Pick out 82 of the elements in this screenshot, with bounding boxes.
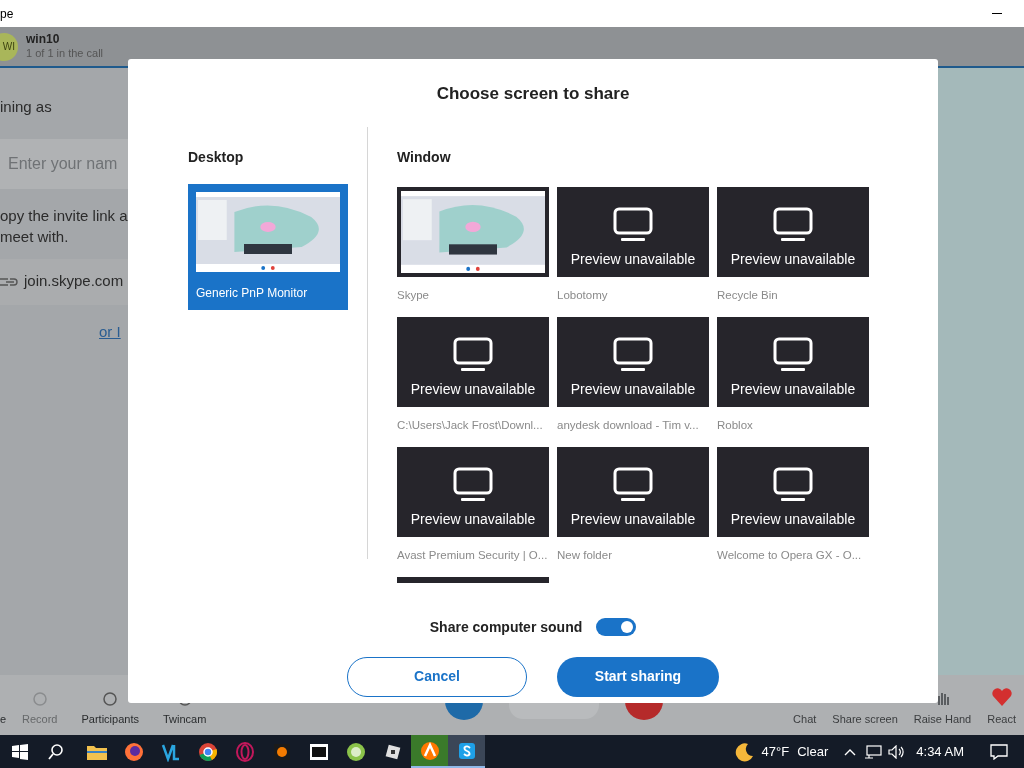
contact-name: win10 (26, 32, 61, 48)
window-option[interactable]: Preview unavailable Avast Premium Security | O... (397, 446, 549, 577)
window-label: anydesk download - Tim v... (557, 417, 699, 433)
window-label: Welcome to Opera GX - O... (717, 547, 862, 563)
weather-condition: Clear (797, 742, 829, 761)
search-icon[interactable] (48, 743, 64, 760)
toolbar-button[interactable]: Raise Hand (905, 688, 980, 727)
window-option[interactable]: Preview unavailable Roblox (717, 316, 869, 447)
toolbar-button[interactable]: React (979, 686, 1024, 727)
volume-icon[interactable] (888, 744, 907, 759)
window-label: New folder (557, 547, 612, 563)
section-heading: Window (397, 147, 452, 167)
preview-unavailable-text: Preview unavailable (570, 509, 696, 529)
toolbar-button[interactable]: Participants (69, 690, 151, 727)
lime-icon (345, 741, 366, 762)
window-label: Recycle Bin (717, 287, 778, 303)
monitor-icon (613, 466, 653, 503)
weather-temp: 47°F (761, 742, 790, 761)
monitor-icon (613, 206, 653, 243)
preview-unavailable-text: Preview unavailable (730, 509, 856, 529)
ring-icon (234, 741, 255, 762)
call-status: 1 of 1 in the call (26, 47, 104, 61)
window-label: C:\Users\Jack Frost\Downl... (397, 417, 543, 433)
dialog-button[interactable]: Cancel (347, 656, 527, 697)
invite-text: meet with. (0, 226, 70, 247)
monitor-icon (773, 466, 813, 503)
window-title: pe (0, 5, 14, 23)
toolbar-button[interactable]: Share screen (824, 688, 906, 727)
window-label: Avast Premium Security | O... (397, 547, 548, 563)
screen-option[interactable]: Generic PnP Monitor (188, 183, 348, 310)
preview-unavailable-text: Preview unavailable (570, 379, 696, 399)
moon-icon (733, 741, 754, 762)
monitor-icon (453, 336, 493, 373)
network-icon[interactable] (864, 744, 883, 759)
monitor-icon (773, 336, 813, 373)
window-label: Roblox (717, 417, 753, 433)
toolbar-button[interactable]: Chat (785, 688, 825, 727)
folder-icon (86, 743, 107, 760)
preview-unavailable-text: Preview unavailable (730, 249, 856, 269)
chevron-up-icon[interactable] (844, 747, 857, 756)
monitor-icon (453, 466, 493, 503)
heart-icon (990, 686, 1013, 707)
link-icon (0, 276, 18, 287)
preview-unavailable-text: Preview unavailable (570, 249, 696, 269)
section-heading: Desktop (188, 147, 245, 167)
control-icon (31, 690, 48, 707)
start-icon[interactable] (12, 743, 28, 760)
window-label: Skype (397, 287, 429, 303)
preview-unavailable-text: Preview unavailable (730, 379, 856, 399)
invite-text: opy the invite link a (0, 205, 128, 226)
taskbar-app[interactable] (448, 735, 485, 768)
dialog-title: Choose screen to share (436, 83, 630, 105)
sound-toggle[interactable] (596, 618, 637, 636)
archive-icon (308, 742, 329, 761)
preview-unavailable-text: Preview unavailable (410, 509, 536, 529)
invite-link[interactable]: join.skype.com (24, 270, 124, 293)
window-option[interactable]: Preview unavailable New folder (557, 446, 709, 577)
join-heading: ining as (0, 97, 53, 117)
monitor-icon (773, 206, 813, 243)
dialog-button[interactable]: Start sharing (557, 656, 719, 697)
window-label: Lobotomy (557, 287, 608, 303)
control-icon (102, 690, 119, 707)
sound-label: Share computer sound (429, 617, 583, 637)
avatar: WI (0, 32, 18, 61)
name-field[interactable]: Enter your nam (0, 138, 128, 189)
notification-icon[interactable] (990, 743, 1008, 760)
window-option[interactable]: Preview unavailable C:\Users\Jack Frost\Downl... (397, 316, 549, 447)
avast-icon (419, 740, 440, 761)
flame-icon (271, 741, 292, 762)
window-option[interactable]: Preview unavailable Recycle Bin (717, 186, 869, 317)
fox-icon (123, 741, 144, 762)
preview-unavailable-text: Preview unavailable (410, 379, 536, 399)
window-option[interactable]: Preview unavailable Welcome to Opera GX - O... (717, 446, 869, 577)
window-option[interactable]: Preview unavailable anydesk download - Tim v... (557, 316, 709, 447)
skype-icon (457, 741, 476, 760)
chrome-icon (197, 741, 218, 762)
clock[interactable]: 4:34 AM (916, 741, 964, 762)
window-option[interactable]: Preview unavailable Lobotomy (557, 186, 709, 317)
toolbar-button[interactable]: e (0, 690, 10, 727)
window-option[interactable]: Skype (397, 186, 549, 317)
monitor-icon (613, 336, 653, 373)
minimize-icon[interactable] (992, 12, 1002, 15)
